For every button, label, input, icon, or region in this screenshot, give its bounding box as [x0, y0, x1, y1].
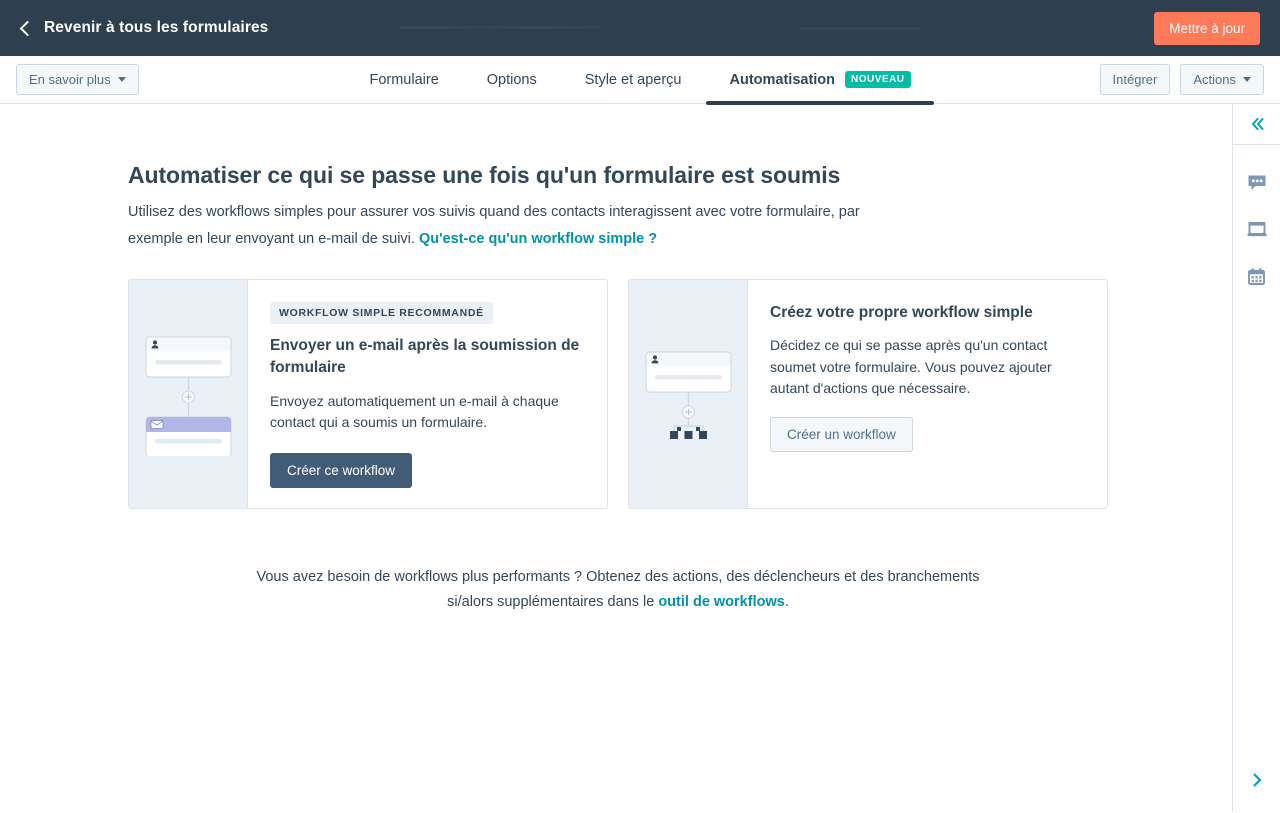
chevrons-left-icon: [1251, 118, 1263, 130]
card-recommended-body: WORKFLOW SIMPLE RECOMMANDÉ Envoyer un e-…: [248, 280, 607, 508]
card-custom-workflow: Créez votre propre workflow simple Décid…: [628, 278, 1108, 509]
tab-style-et-apercu[interactable]: Style et aperçu: [561, 56, 706, 104]
integrate-button[interactable]: Intégrer: [1099, 64, 1171, 95]
chevron-down-icon: [117, 77, 126, 82]
actions-dropdown[interactable]: Actions: [1180, 64, 1264, 95]
topbar-placeholder-bar: [400, 26, 600, 29]
tab-list: Formulaire Options Style et aperçu Autom…: [0, 56, 1280, 105]
footer-note-text: Vous avez besoin de workflows plus perfo…: [256, 568, 980, 610]
main-content: Automatiser ce qui se passe une fois qu'…: [0, 104, 1232, 812]
card-custom-description: Décidez ce qui se passe après qu'un cont…: [770, 337, 1052, 397]
workflow-card-list: WORKFLOW SIMPLE RECOMMANDÉ Envoyer un e-…: [128, 278, 1108, 509]
rail-collapse-button[interactable]: [1233, 104, 1280, 145]
calendar-icon[interactable]: [1246, 266, 1268, 288]
card-custom-title: Créez votre propre workflow simple: [770, 303, 1033, 321]
actions-label: Actions: [1193, 72, 1236, 87]
learn-more-label: En savoir plus: [29, 72, 111, 87]
recommended-badge: WORKFLOW SIMPLE RECOMMANDÉ: [270, 301, 493, 324]
card-recommended-title: Envoyer un e-mail après la soumission de…: [270, 336, 580, 377]
back-to-forms-link[interactable]: Revenir à tous les formulaires: [18, 19, 268, 37]
create-this-workflow-button[interactable]: Créer ce workflow: [270, 452, 413, 488]
chevron-down-icon: [1243, 77, 1251, 82]
page-title: Automatiser ce qui se passe une fois qu'…: [128, 162, 841, 188]
workflow-blank-diagram-icon: [645, 351, 731, 440]
rail-icon-list: [1246, 145, 1268, 288]
meetings-inbox-icon[interactable]: [1246, 219, 1268, 241]
tab-automatisation[interactable]: Automatisation NOUVEAU: [705, 56, 934, 105]
tab-options[interactable]: Options: [463, 56, 561, 104]
back-to-forms-label: Revenir à tous les formulaires: [44, 19, 269, 36]
tab-formulaire-label: Formulaire: [369, 71, 439, 88]
footer-note-period: .: [784, 593, 789, 610]
integrate-label: Intégrer: [1112, 72, 1158, 87]
right-rail: [1232, 104, 1280, 812]
tab-new-badge: NOUVEAU: [845, 71, 911, 88]
what-is-simple-workflow-link[interactable]: Qu'est-ce qu'un workflow simple ?: [419, 231, 657, 247]
chat-bubble-icon[interactable]: [1246, 172, 1268, 194]
content-column: Automatiser ce qui se passe une fois qu'…: [128, 162, 1108, 509]
tab-bar: En savoir plus Formulaire Options Style …: [0, 56, 1280, 105]
tab-automatisation-label: Automatisation: [729, 71, 836, 88]
update-button[interactable]: Mettre à jour: [1154, 11, 1260, 45]
chevron-left-icon: [19, 20, 36, 36]
learn-more-dropdown[interactable]: En savoir plus: [16, 64, 139, 95]
rail-expand-button[interactable]: [1233, 770, 1280, 790]
workflows-tool-link[interactable]: outil de workflows: [658, 594, 784, 610]
chevron-right-icon: [1252, 773, 1261, 787]
card-illustration-email: [129, 279, 248, 508]
workflow-email-diagram-icon: [145, 336, 231, 457]
card-custom-body: Créez votre propre workflow simple Décid…: [748, 280, 1107, 508]
topbar-placeholder-bar-2: [800, 27, 920, 30]
tab-options-label: Options: [486, 71, 537, 88]
body-wrapper: Automatiser ce qui se passe une fois qu'…: [0, 104, 1280, 812]
card-recommended-description: Envoyez automatiquement un e-mail à chaq…: [270, 392, 559, 431]
tab-bar-actions: Intégrer Actions: [1099, 64, 1264, 95]
footer-note: Vous avez besoin de workflows plus perfo…: [128, 565, 1108, 615]
card-recommended-workflow: WORKFLOW SIMPLE RECOMMANDÉ Envoyer un e-…: [128, 278, 608, 509]
tab-style-et-apercu-label: Style et aperçu: [584, 71, 682, 88]
page-subtitle: Utilisez des workflows simples pour assu…: [128, 199, 890, 253]
create-a-workflow-button[interactable]: Créer un workflow: [770, 417, 913, 453]
card-illustration-blank: [629, 279, 748, 508]
tab-formulaire[interactable]: Formulaire: [345, 56, 462, 104]
top-bar: Revenir à tous les formulaires Mettre à …: [0, 0, 1280, 56]
